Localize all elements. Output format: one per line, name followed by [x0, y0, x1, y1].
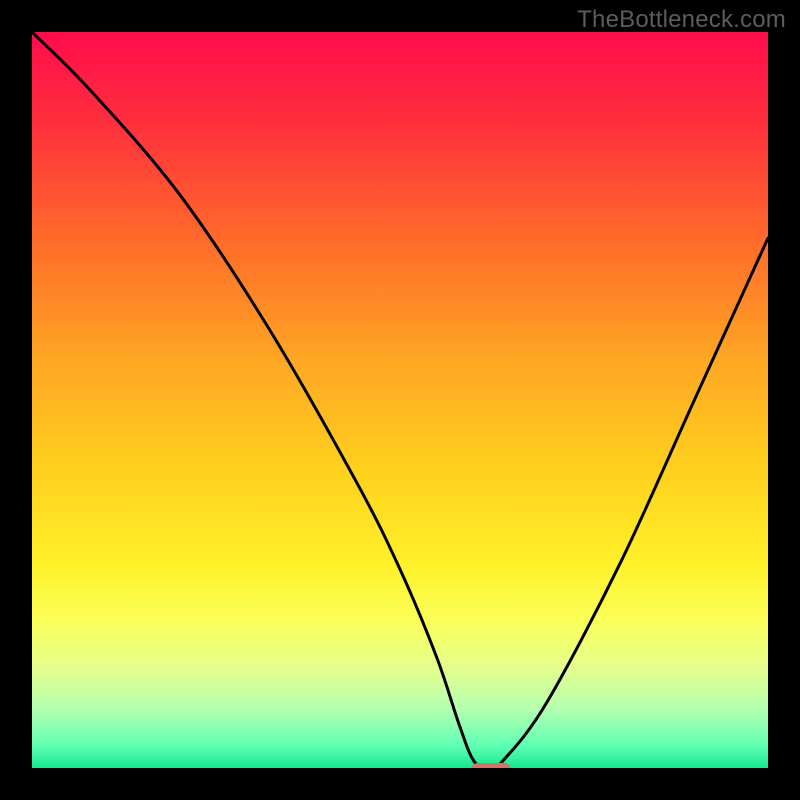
- bottleneck-curve: [32, 32, 768, 768]
- plot-area: [30, 30, 770, 770]
- watermark-text: TheBottleneck.com: [577, 6, 786, 34]
- minimum-marker: [471, 763, 511, 770]
- chart-frame: TheBottleneck.com: [0, 0, 800, 800]
